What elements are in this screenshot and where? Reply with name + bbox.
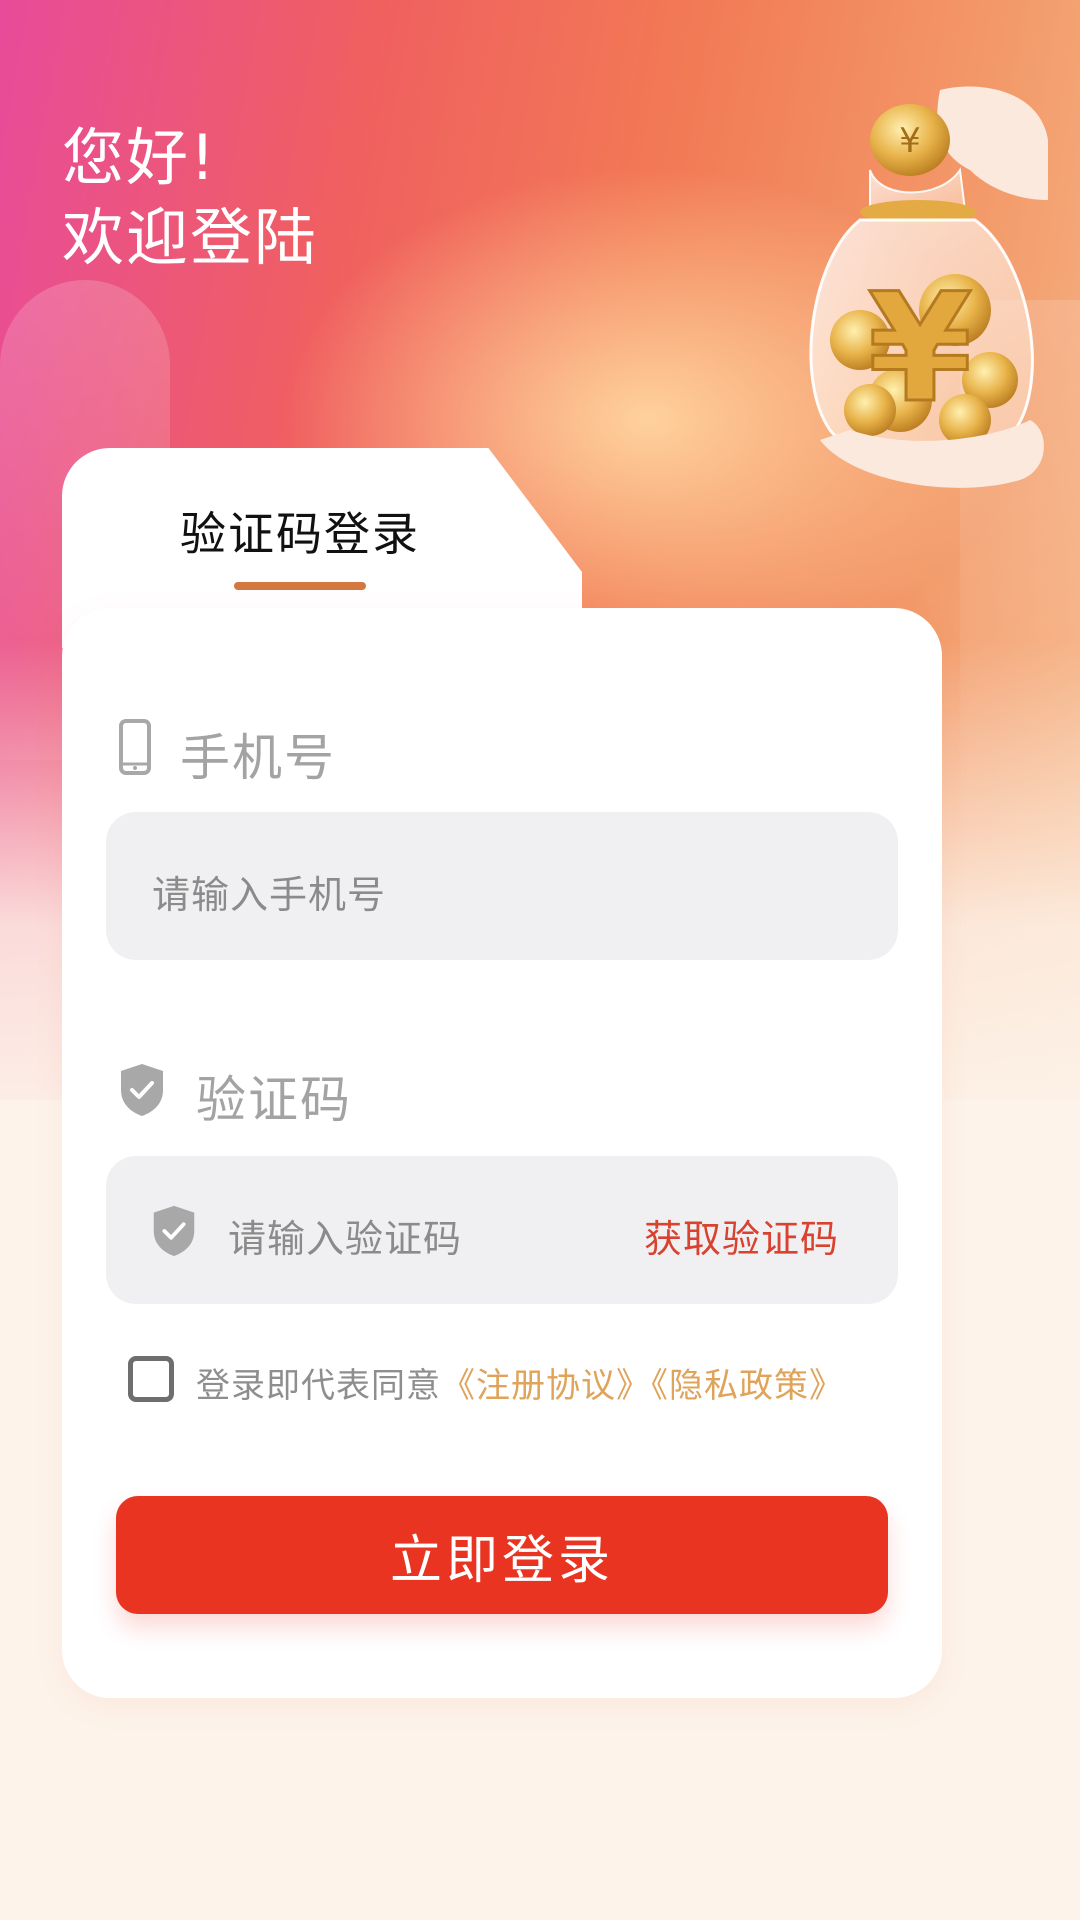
- code-input[interactable]: 请输入验证码 获取验证码: [106, 1156, 898, 1304]
- shield-check-icon: [121, 1064, 163, 1116]
- agreement-prefix: 登录即代表同意: [196, 1366, 441, 1406]
- code-label: 验证码: [196, 1071, 352, 1129]
- privacy-policy-link[interactable]: 《隐私政策》: [651, 1366, 844, 1406]
- login-button[interactable]: 立即登录: [116, 1496, 888, 1614]
- greeting: 您好! 欢迎登陆: [62, 118, 318, 278]
- shield-check-icon-input: [153, 1205, 195, 1257]
- get-code-button[interactable]: 获取验证码: [644, 1208, 839, 1263]
- svg-text:¥: ¥: [868, 262, 972, 436]
- greeting-line1: 您好!: [62, 121, 217, 194]
- svg-text:¥: ¥: [899, 121, 921, 161]
- register-agreement-link[interactable]: 《注册协议》: [441, 1366, 651, 1406]
- agreement-checkbox[interactable]: [128, 1356, 174, 1402]
- phone-icon: [119, 719, 151, 775]
- phone-placeholder: 请输入手机号: [152, 873, 387, 917]
- phone-input[interactable]: 请输入手机号: [106, 812, 898, 960]
- money-bag-illustration: ¥ ¥: [809, 86, 1048, 488]
- tab-sms-login[interactable]: 验证码登录: [180, 498, 420, 564]
- greeting-line2: 欢迎登陆: [62, 201, 319, 274]
- agreement-text: 登录即代表同意《注册协议》《隐私政策》: [196, 1358, 844, 1407]
- tab-active-indicator: [234, 582, 366, 590]
- code-placeholder: 请输入验证码: [228, 1217, 463, 1261]
- phone-label: 手机号: [180, 729, 336, 787]
- login-button-label: 立即登录: [389, 1530, 614, 1591]
